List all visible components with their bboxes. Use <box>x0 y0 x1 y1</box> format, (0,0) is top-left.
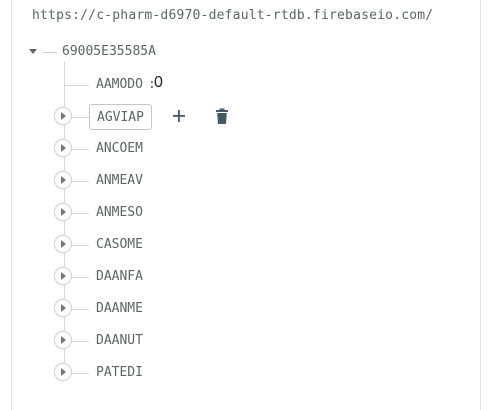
database-tree-panel: https://c-pharm-d6970-default-rtdb.fireb… <box>11 0 481 410</box>
root-node-key[interactable]: 69005E35585A <box>62 44 156 59</box>
node-key[interactable]: DAANME <box>96 301 143 316</box>
chevron-right-icon[interactable] <box>54 363 72 381</box>
node-key[interactable]: DAANFA <box>96 269 143 284</box>
tree-row-patedi[interactable]: PATEDI <box>12 361 472 385</box>
database-url[interactable]: https://c-pharm-d6970-default-rtdb.fireb… <box>32 8 433 23</box>
node-key-selected[interactable]: AGVIAP <box>89 104 152 130</box>
chevron-right-icon[interactable] <box>54 267 72 285</box>
plus-icon[interactable] <box>171 106 187 126</box>
trash-icon[interactable] <box>214 106 230 126</box>
leaf-key[interactable]: AAMODO <box>96 77 143 92</box>
node-key[interactable]: DAANUT <box>96 333 143 348</box>
tree-row-aamodo: AAMODO : 0 <box>12 73 472 97</box>
node-key[interactable]: CASOME <box>96 237 143 252</box>
tree-row-daanme[interactable]: DAANME <box>12 297 472 321</box>
leaf-value[interactable]: 0 <box>154 74 163 92</box>
chevron-right-icon[interactable] <box>54 299 72 317</box>
tree-connector <box>65 85 89 86</box>
chevron-right-icon[interactable] <box>54 171 72 189</box>
node-key[interactable]: ANMESO <box>96 205 143 220</box>
tree-row-casome[interactable]: CASOME <box>12 233 472 257</box>
node-key[interactable]: ANCOEM <box>96 141 143 156</box>
tree-row-daanfa[interactable]: DAANFA <box>12 265 472 289</box>
node-key[interactable]: PATEDI <box>96 365 143 380</box>
caret-down-icon[interactable] <box>29 49 37 54</box>
node-key[interactable]: ANMEAV <box>96 173 143 188</box>
chevron-right-icon[interactable] <box>54 139 72 157</box>
chevron-right-icon[interactable] <box>54 203 72 221</box>
tree-row-anmeav[interactable]: ANMEAV <box>12 169 472 193</box>
tree-row-agviap[interactable]: AGVIAP <box>12 104 472 130</box>
tree-connector <box>43 52 57 53</box>
chevron-right-icon[interactable] <box>54 107 72 125</box>
tree-row-anmeso[interactable]: ANMESO <box>12 201 472 225</box>
chevron-right-icon[interactable] <box>54 331 72 349</box>
tree-row-ancoem[interactable]: ANCOEM <box>12 137 472 161</box>
chevron-right-icon[interactable] <box>54 235 72 253</box>
tree-row-daanut[interactable]: DAANUT <box>12 329 472 353</box>
